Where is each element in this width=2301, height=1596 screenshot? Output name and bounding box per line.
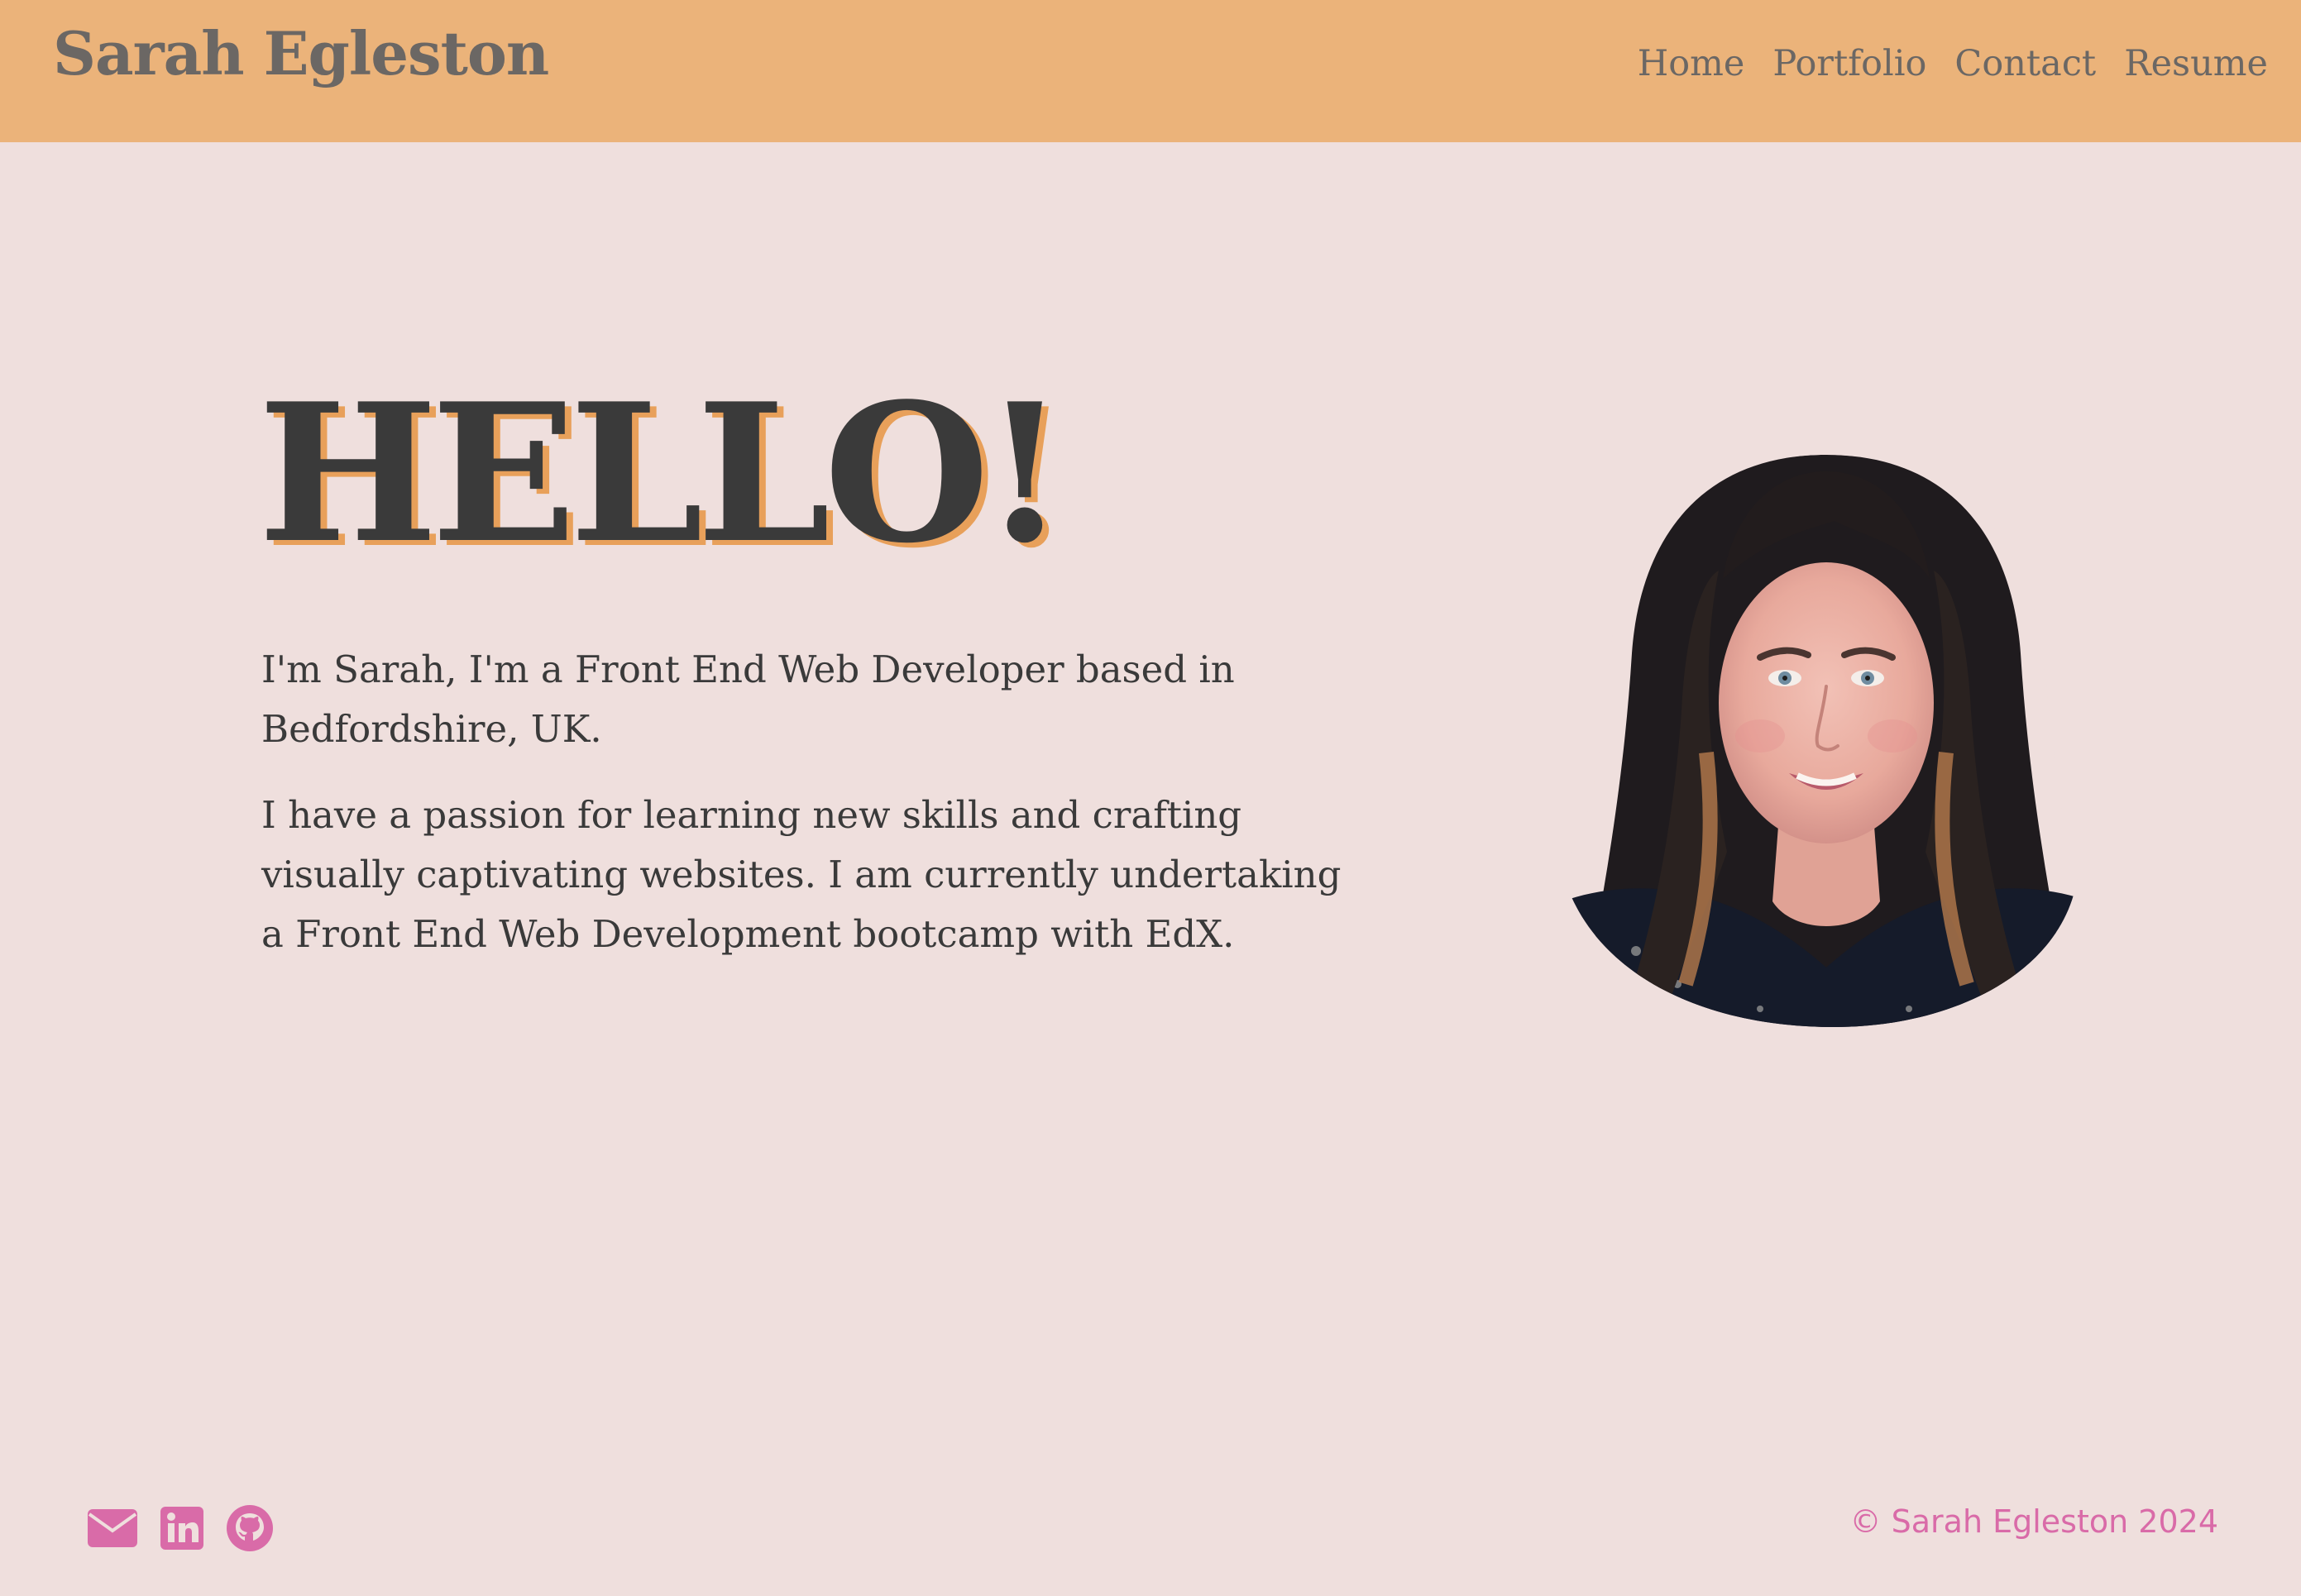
nav-link-contact[interactable]: Contact (1954, 43, 2096, 84)
social-links (88, 1505, 273, 1551)
linkedin-icon[interactable] (160, 1507, 203, 1550)
passion-paragraph: I have a passion for learning new skills… (261, 793, 1342, 956)
site-header: Sarah Egleston Home Portfolio Contact Re… (0, 0, 2301, 142)
nav-link-resume[interactable]: Resume (2124, 43, 2268, 84)
nav-link-portfolio[interactable]: Portfolio (1772, 43, 1926, 84)
hero-intro: I'm Sarah, I'm a Front End Web Developer… (261, 640, 1353, 991)
hero-heading: HELLO! (258, 362, 1066, 585)
envelope-icon[interactable] (88, 1509, 137, 1547)
site-brand[interactable]: Sarah Egleston (53, 18, 549, 88)
main-nav: Home Portfolio Contact Resume (1638, 43, 2268, 84)
copyright-text: © Sarah Egleston 2024 (1849, 1503, 2218, 1540)
intro-paragraph: I'm Sarah, I'm a Front End Web Developer… (261, 647, 1235, 751)
nav-link-home[interactable]: Home (1638, 43, 1745, 84)
profile-photo (1562, 438, 2091, 1027)
github-icon[interactable] (227, 1505, 273, 1551)
